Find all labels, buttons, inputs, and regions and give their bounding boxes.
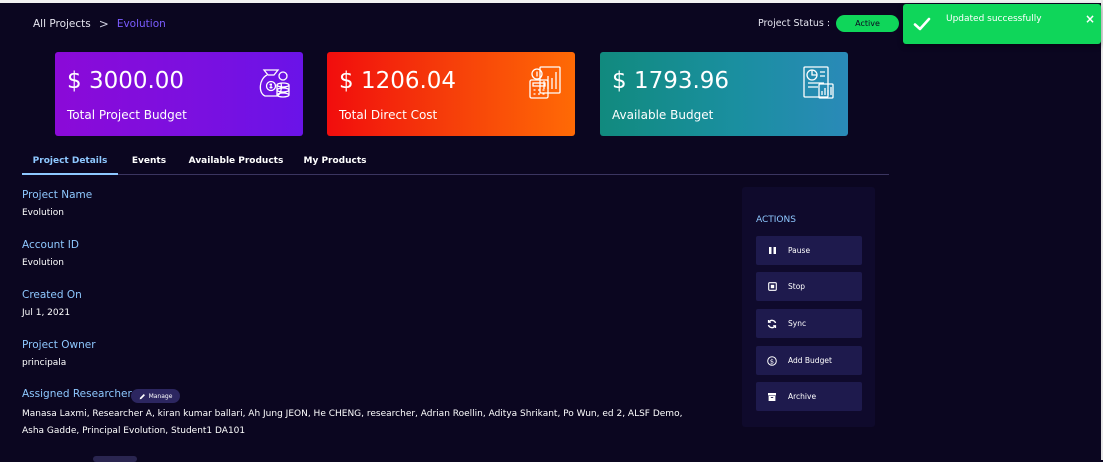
actions-panel: ACTIONS Pause Stop Sync $ Add Budget Arc…	[742, 187, 875, 427]
tab-available-products[interactable]: Available Products	[188, 148, 284, 174]
breadcrumb-current-project[interactable]: Evolution	[117, 18, 166, 30]
budget-report-icon	[803, 66, 834, 99]
svg-text:$: $	[770, 357, 774, 365]
money-bag-icon	[259, 69, 290, 98]
archive-icon	[767, 392, 777, 402]
total-direct-cost-amount: $ 1206.04	[339, 68, 457, 94]
add-budget-label: Add Budget	[788, 356, 832, 365]
sync-button[interactable]: Sync	[756, 309, 862, 338]
total-direct-cost-label: Total Direct Cost	[339, 108, 438, 122]
assigned-researchers-list: Manasa Laxmi, Researcher A, kiran kumar …	[22, 409, 683, 436]
toast-close-button[interactable]: ×	[1085, 12, 1095, 26]
partial-pill	[93, 456, 137, 462]
stop-label: Stop	[788, 282, 806, 291]
created-on-value: Jul 1, 2021	[22, 308, 71, 318]
archive-label: Archive	[788, 392, 817, 401]
project-owner-value: principala	[22, 358, 67, 368]
status-badge: Active	[836, 15, 900, 32]
created-on-label: Created On	[22, 289, 82, 301]
success-toast: Updated successfully ×	[903, 4, 1101, 44]
project-owner-label: Project Owner	[22, 339, 96, 351]
assigned-researchers-label: Assigned Researchers	[22, 388, 138, 400]
project-tabs: Project Details Events Available Product…	[22, 148, 889, 175]
stop-icon	[767, 282, 777, 292]
actions-title: ACTIONS	[756, 215, 796, 225]
check-icon	[913, 17, 931, 31]
project-name-label: Project Name	[22, 189, 93, 201]
archive-button[interactable]: Archive	[756, 382, 862, 411]
pause-button[interactable]: Pause	[756, 236, 862, 265]
sync-label: Sync	[788, 319, 807, 328]
total-direct-cost-card: $ 1206.04 Total Direct Cost	[327, 52, 575, 136]
account-id-value: Evolution	[22, 258, 64, 268]
project-status: Project Status : Active	[758, 15, 900, 32]
breadcrumb-all-projects[interactable]: All Projects	[33, 18, 91, 30]
total-project-budget-card: $ 3000.00 Total Project Budget	[55, 52, 303, 136]
available-budget-label: Available Budget	[612, 108, 714, 122]
stop-button[interactable]: Stop	[756, 272, 862, 301]
tab-events[interactable]: Events	[122, 148, 176, 174]
available-budget-amount: $ 1793.96	[612, 68, 730, 94]
total-project-budget-label: Total Project Budget	[67, 108, 187, 122]
sync-icon	[767, 319, 777, 329]
calculator-chart-icon	[529, 66, 561, 99]
account-id-label: Account ID	[22, 239, 79, 251]
breadcrumb-separator: >	[98, 17, 109, 31]
pencil-icon	[139, 393, 145, 399]
tab-my-products[interactable]: My Products	[300, 148, 370, 174]
breadcrumb: All Projects > Evolution	[33, 17, 166, 31]
project-name-value: Evolution	[22, 208, 64, 218]
add-budget-button[interactable]: $ Add Budget	[756, 346, 862, 375]
pause-label: Pause	[788, 246, 811, 255]
manage-researchers-button[interactable]: Manage	[131, 389, 180, 403]
manage-button-label: Manage	[148, 392, 173, 400]
tab-project-details[interactable]: Project Details	[22, 148, 118, 175]
project-status-label: Project Status :	[758, 18, 831, 29]
toast-message: Updated successfully	[946, 14, 1042, 24]
available-budget-card: $ 1793.96 Available Budget	[600, 52, 848, 136]
dollar-circle-icon: $	[767, 355, 777, 366]
total-project-budget-amount: $ 3000.00	[67, 68, 185, 94]
pause-icon	[767, 246, 777, 256]
top-border	[0, 0, 1103, 3]
